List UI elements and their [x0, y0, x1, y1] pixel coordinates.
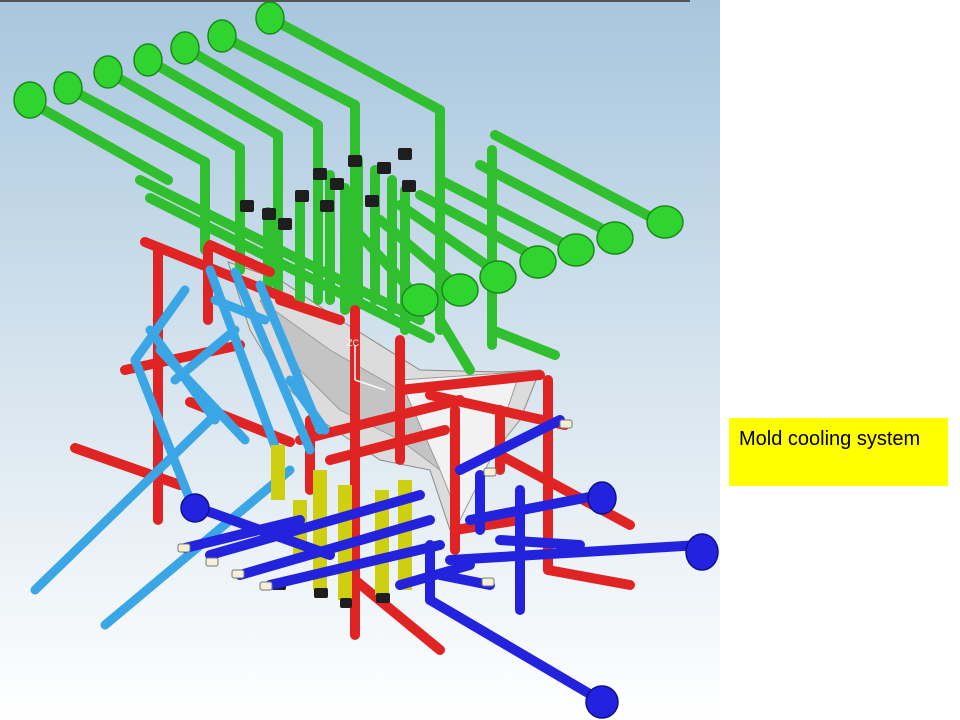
axis-label-zc: ZC [347, 338, 359, 348]
cad-render-view: ZC [0, 0, 720, 720]
slide: ZC Mold cooling system [0, 0, 960, 720]
cooling-system-illustration: ZC [0, 0, 720, 720]
caption-text: Mold cooling system [739, 428, 921, 450]
caption-box: Mold cooling system [729, 418, 948, 486]
